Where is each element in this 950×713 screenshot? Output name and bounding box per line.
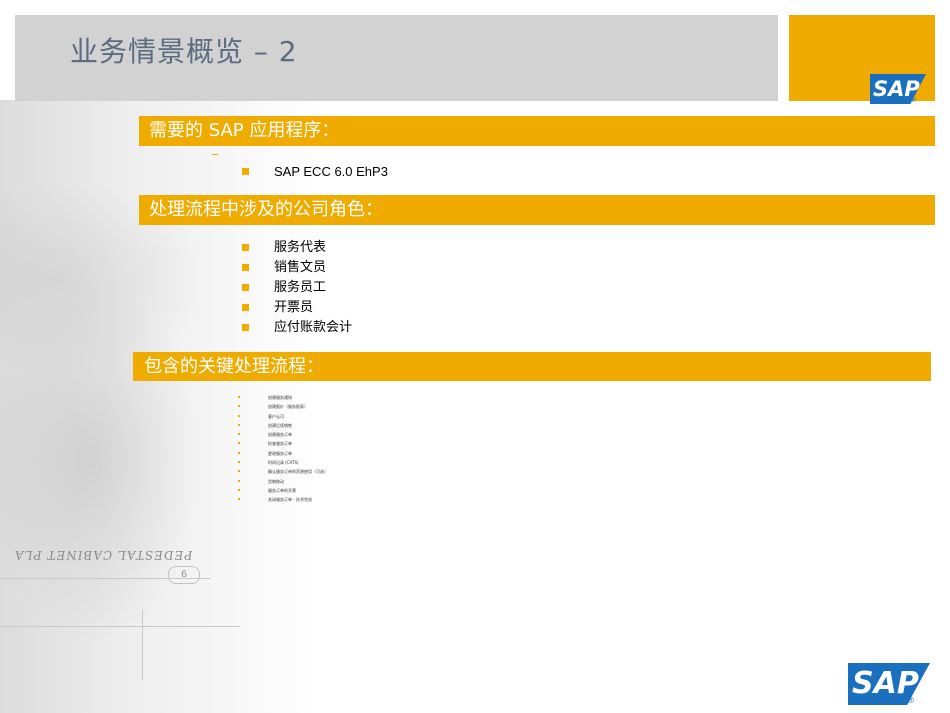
list-item: 确认服务订单的资源使用（可选）: [238, 467, 328, 476]
bullet-icon: [238, 470, 240, 473]
roles-list: 服务代表 销售文员 服务员工 开票员 应付账款会计: [242, 238, 352, 338]
list-item: 更改服务订单: [238, 449, 328, 458]
list-item: 创建服务订单: [238, 430, 328, 439]
processes-list: 创建服务通知 创建报价（服务报表） 客户认可 创建后续销售 创建服务订单 检查服…: [238, 393, 328, 505]
bullet-icon: [238, 414, 240, 417]
bullet-icon: [242, 168, 249, 175]
bullet-icon: [238, 451, 240, 454]
photo-sheet-number: 6: [168, 566, 200, 584]
section-heading-roles: 处理流程中涉及的公司角色：: [139, 195, 935, 225]
list-item: SAP ECC 6.0 EhP3: [242, 162, 388, 182]
bullet-icon: [238, 461, 240, 464]
list-item: 关闭服务订单 - 技术完成: [238, 495, 328, 504]
bullet-icon: [238, 405, 240, 408]
photo-drawing-line: [142, 610, 143, 680]
list-item: 货物移动: [238, 477, 328, 486]
list-item: 检查服务订单: [238, 439, 328, 448]
divider-dash: [212, 154, 218, 155]
bullet-icon: [238, 423, 240, 426]
sap-logo-bottom: SAP: [848, 663, 930, 705]
photo-drawing-caption: PEDESTAL CABINET PLA: [13, 548, 194, 562]
bullet-icon: [242, 324, 249, 331]
list-item: 客户认可: [238, 412, 328, 421]
list-item: 服务员工: [242, 278, 352, 298]
list-item: 销售文员: [242, 258, 352, 278]
section-heading-applications: 需要的 SAP 应用程序：: [139, 116, 935, 146]
photo-drawing-line: [0, 626, 240, 627]
bullet-icon: [238, 479, 240, 482]
list-item: 时间记录 (CATS): [238, 458, 328, 467]
bullet-icon: [238, 396, 240, 398]
bullet-icon: [238, 433, 240, 436]
list-item: 服务订单的开票: [238, 486, 328, 495]
bullet-icon: [242, 284, 249, 291]
bullet-icon: [238, 488, 240, 491]
list-item: 创建服务通知: [238, 393, 328, 402]
registered-mark: ®: [906, 696, 915, 706]
list-item: 服务代表: [242, 238, 352, 258]
bullet-icon: [238, 498, 240, 501]
bullet-icon: [242, 304, 249, 311]
applications-list: SAP ECC 6.0 EhP3: [242, 162, 388, 182]
bullet-icon: [238, 442, 240, 445]
bullet-icon: [242, 244, 249, 251]
page-title: 业务情景概览 – 2: [70, 35, 298, 68]
list-item: 应付账款会计: [242, 318, 352, 338]
list-item: 创建报价（服务报表）: [238, 402, 328, 411]
section-heading-processes: 包含的关键处理流程：: [133, 352, 931, 381]
list-item: 开票员: [242, 298, 352, 318]
bullet-icon: [242, 264, 249, 271]
list-item: 创建后续销售: [238, 421, 328, 430]
registered-mark: ®: [910, 96, 917, 104]
